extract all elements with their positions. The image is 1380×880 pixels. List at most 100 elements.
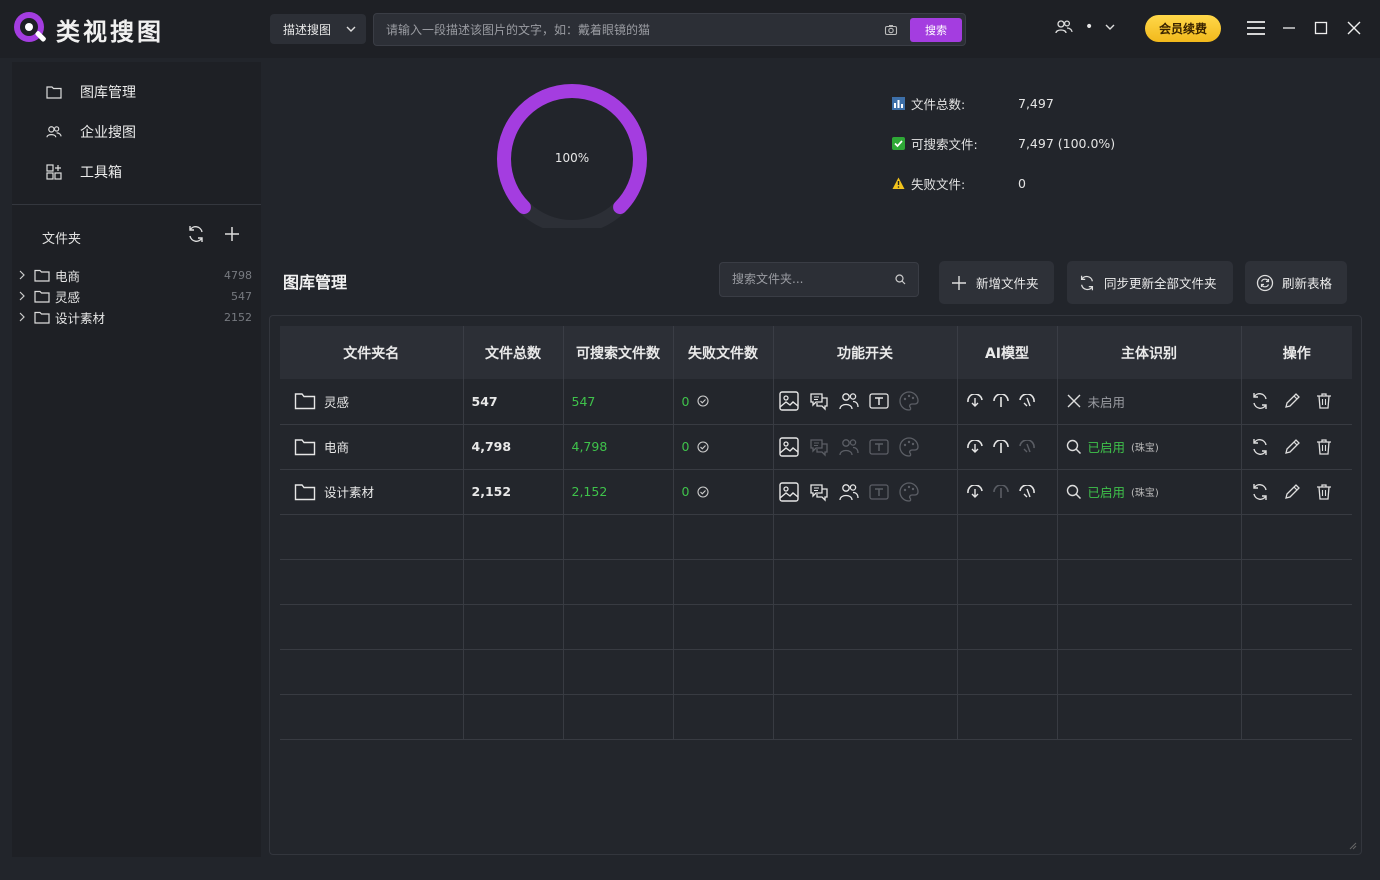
table-row[interactable]: 电商 4,798 4,798 0 已启用 (珠宝) <box>280 424 1352 470</box>
table-row[interactable]: 灵感 547 547 0 未启用 <box>280 379 1352 425</box>
search-icon[interactable] <box>895 274 906 285</box>
search-mode-select[interactable]: 描述搜图 <box>270 14 366 44</box>
table-row[interactable]: 设计素材 2,152 2,152 0 已启用 (珠宝) <box>280 469 1352 515</box>
folder-tree-item[interactable]: 设计素材 2152 <box>18 307 258 327</box>
model-icon-c[interactable] <box>1018 484 1036 499</box>
sidebar: 图库管理 企业搜图 工具箱 文件夹 电商 4798 灵感 547 设计素材 21… <box>12 62 261 857</box>
refresh-icon <box>1078 274 1096 292</box>
user-status: • <box>1085 19 1094 35</box>
sync-icon[interactable] <box>1250 391 1270 411</box>
empty-table-row <box>280 694 1352 740</box>
chat-icon[interactable] <box>808 481 830 503</box>
chevron-right-icon[interactable] <box>18 312 26 322</box>
refresh-table-button[interactable]: 刷新表格 <box>1245 261 1347 304</box>
nav-item-library[interactable]: 图库管理 <box>46 82 136 102</box>
searchable-count: 547 <box>563 379 674 425</box>
model-icon-c[interactable] <box>1018 394 1036 408</box>
failed-count: 0 <box>681 393 690 409</box>
column-header[interactable]: 文件总数 <box>463 326 564 379</box>
chevron-right-icon[interactable] <box>18 270 26 280</box>
add-folder-button[interactable]: 新增文件夹 <box>939 261 1054 304</box>
refresh-icon[interactable] <box>186 224 206 244</box>
model-icon-b[interactable] <box>992 484 1010 499</box>
column-header[interactable]: 可搜索文件数 <box>563 326 674 379</box>
column-header[interactable]: 失败文件数 <box>673 326 774 379</box>
minimize-icon[interactable] <box>1282 19 1296 37</box>
check-circle-icon[interactable] <box>697 395 710 407</box>
image-icon[interactable] <box>778 436 800 458</box>
chat-icon[interactable] <box>808 436 830 458</box>
camera-icon[interactable] <box>884 23 898 37</box>
users-icon[interactable] <box>838 436 860 458</box>
folder-name[interactable]: 电商 <box>324 437 349 456</box>
folder-name[interactable]: 设计素材 <box>324 482 374 501</box>
chat-icon[interactable] <box>808 390 830 412</box>
model-icon-a[interactable] <box>966 394 984 408</box>
search-input[interactable] <box>386 21 866 39</box>
folder-count: 4798 <box>224 268 252 282</box>
model-icon-b[interactable] <box>992 439 1010 454</box>
sync-icon[interactable] <box>1250 437 1270 457</box>
image-icon[interactable] <box>778 481 800 503</box>
delete-icon[interactable] <box>1314 482 1334 502</box>
column-header[interactable]: 操作 <box>1241 326 1352 379</box>
folder-tree-item[interactable]: 电商 4798 <box>18 265 258 285</box>
gauge-percent-label: 100% <box>554 151 590 165</box>
close-icon[interactable] <box>1347 19 1361 37</box>
search-icon <box>1066 484 1082 500</box>
check-circle-icon[interactable] <box>697 485 710 498</box>
search-button[interactable]: 搜索 <box>910 18 962 42</box>
user-menu[interactable]: • <box>1055 19 1115 35</box>
text-box-icon[interactable] <box>868 390 890 412</box>
empty-table-row <box>280 514 1352 560</box>
column-header[interactable]: 功能开关 <box>773 326 958 379</box>
sync-icon[interactable] <box>1250 482 1270 502</box>
folder-name[interactable]: 灵感 <box>324 392 349 411</box>
model-icon-a[interactable] <box>966 484 984 499</box>
chevron-right-icon[interactable] <box>18 291 26 301</box>
palette-icon[interactable] <box>898 390 920 412</box>
column-header[interactable]: 文件夹名 <box>280 326 464 379</box>
folder-search-input[interactable] <box>732 272 882 286</box>
stat-value: 0 <box>1018 176 1026 191</box>
edit-icon[interactable] <box>1282 437 1302 457</box>
delete-icon[interactable] <box>1314 437 1334 457</box>
text-box-icon[interactable] <box>868 481 890 503</box>
edit-icon[interactable] <box>1282 391 1302 411</box>
button-label: 新增文件夹 <box>976 276 1039 291</box>
subject-status: 未启用 <box>1087 394 1126 410</box>
add-icon[interactable] <box>222 224 242 244</box>
users-icon <box>46 125 62 139</box>
folder-name: 灵感 <box>55 289 81 305</box>
model-icon-b[interactable] <box>992 394 1010 408</box>
subject-note: (珠宝) <box>1131 488 1159 499</box>
menu-icon[interactable] <box>1246 19 1266 37</box>
check-circle-icon[interactable] <box>697 440 710 453</box>
palette-icon[interactable] <box>898 436 920 458</box>
delete-icon[interactable] <box>1314 391 1334 411</box>
image-icon[interactable] <box>778 390 800 412</box>
resize-grip-icon[interactable] <box>1349 842 1357 850</box>
ai-model-toggles <box>966 484 1057 499</box>
users-icon[interactable] <box>838 390 860 412</box>
total-count: 547 <box>463 379 564 425</box>
palette-icon[interactable] <box>898 481 920 503</box>
library-title: 图库管理 <box>283 273 348 292</box>
maximize-icon[interactable] <box>1314 19 1328 37</box>
model-icon-c[interactable] <box>1018 439 1036 454</box>
nav-item-enterprise-search[interactable]: 企业搜图 <box>46 122 136 142</box>
ai-model-toggles <box>966 394 1057 408</box>
text-box-icon[interactable] <box>868 436 890 458</box>
model-icon-a[interactable] <box>966 439 984 454</box>
sync-all-button[interactable]: 同步更新全部文件夹 <box>1067 261 1233 304</box>
table-header-row: 文件夹名 文件总数 可搜索文件数 失败文件数 功能开关 AI模型 主体识别 操作 <box>280 326 1352 379</box>
users-icon[interactable] <box>838 481 860 503</box>
nav-item-toolbox[interactable]: 工具箱 <box>46 162 122 182</box>
folder-icon <box>294 483 316 501</box>
bar-chart-icon <box>892 97 905 110</box>
column-header[interactable]: AI模型 <box>957 326 1058 379</box>
edit-icon[interactable] <box>1282 482 1302 502</box>
column-header[interactable]: 主体识别 <box>1057 326 1242 379</box>
vip-renew-button[interactable]: 会员续费 <box>1145 15 1221 42</box>
folder-tree-item[interactable]: 灵感 547 <box>18 286 258 306</box>
